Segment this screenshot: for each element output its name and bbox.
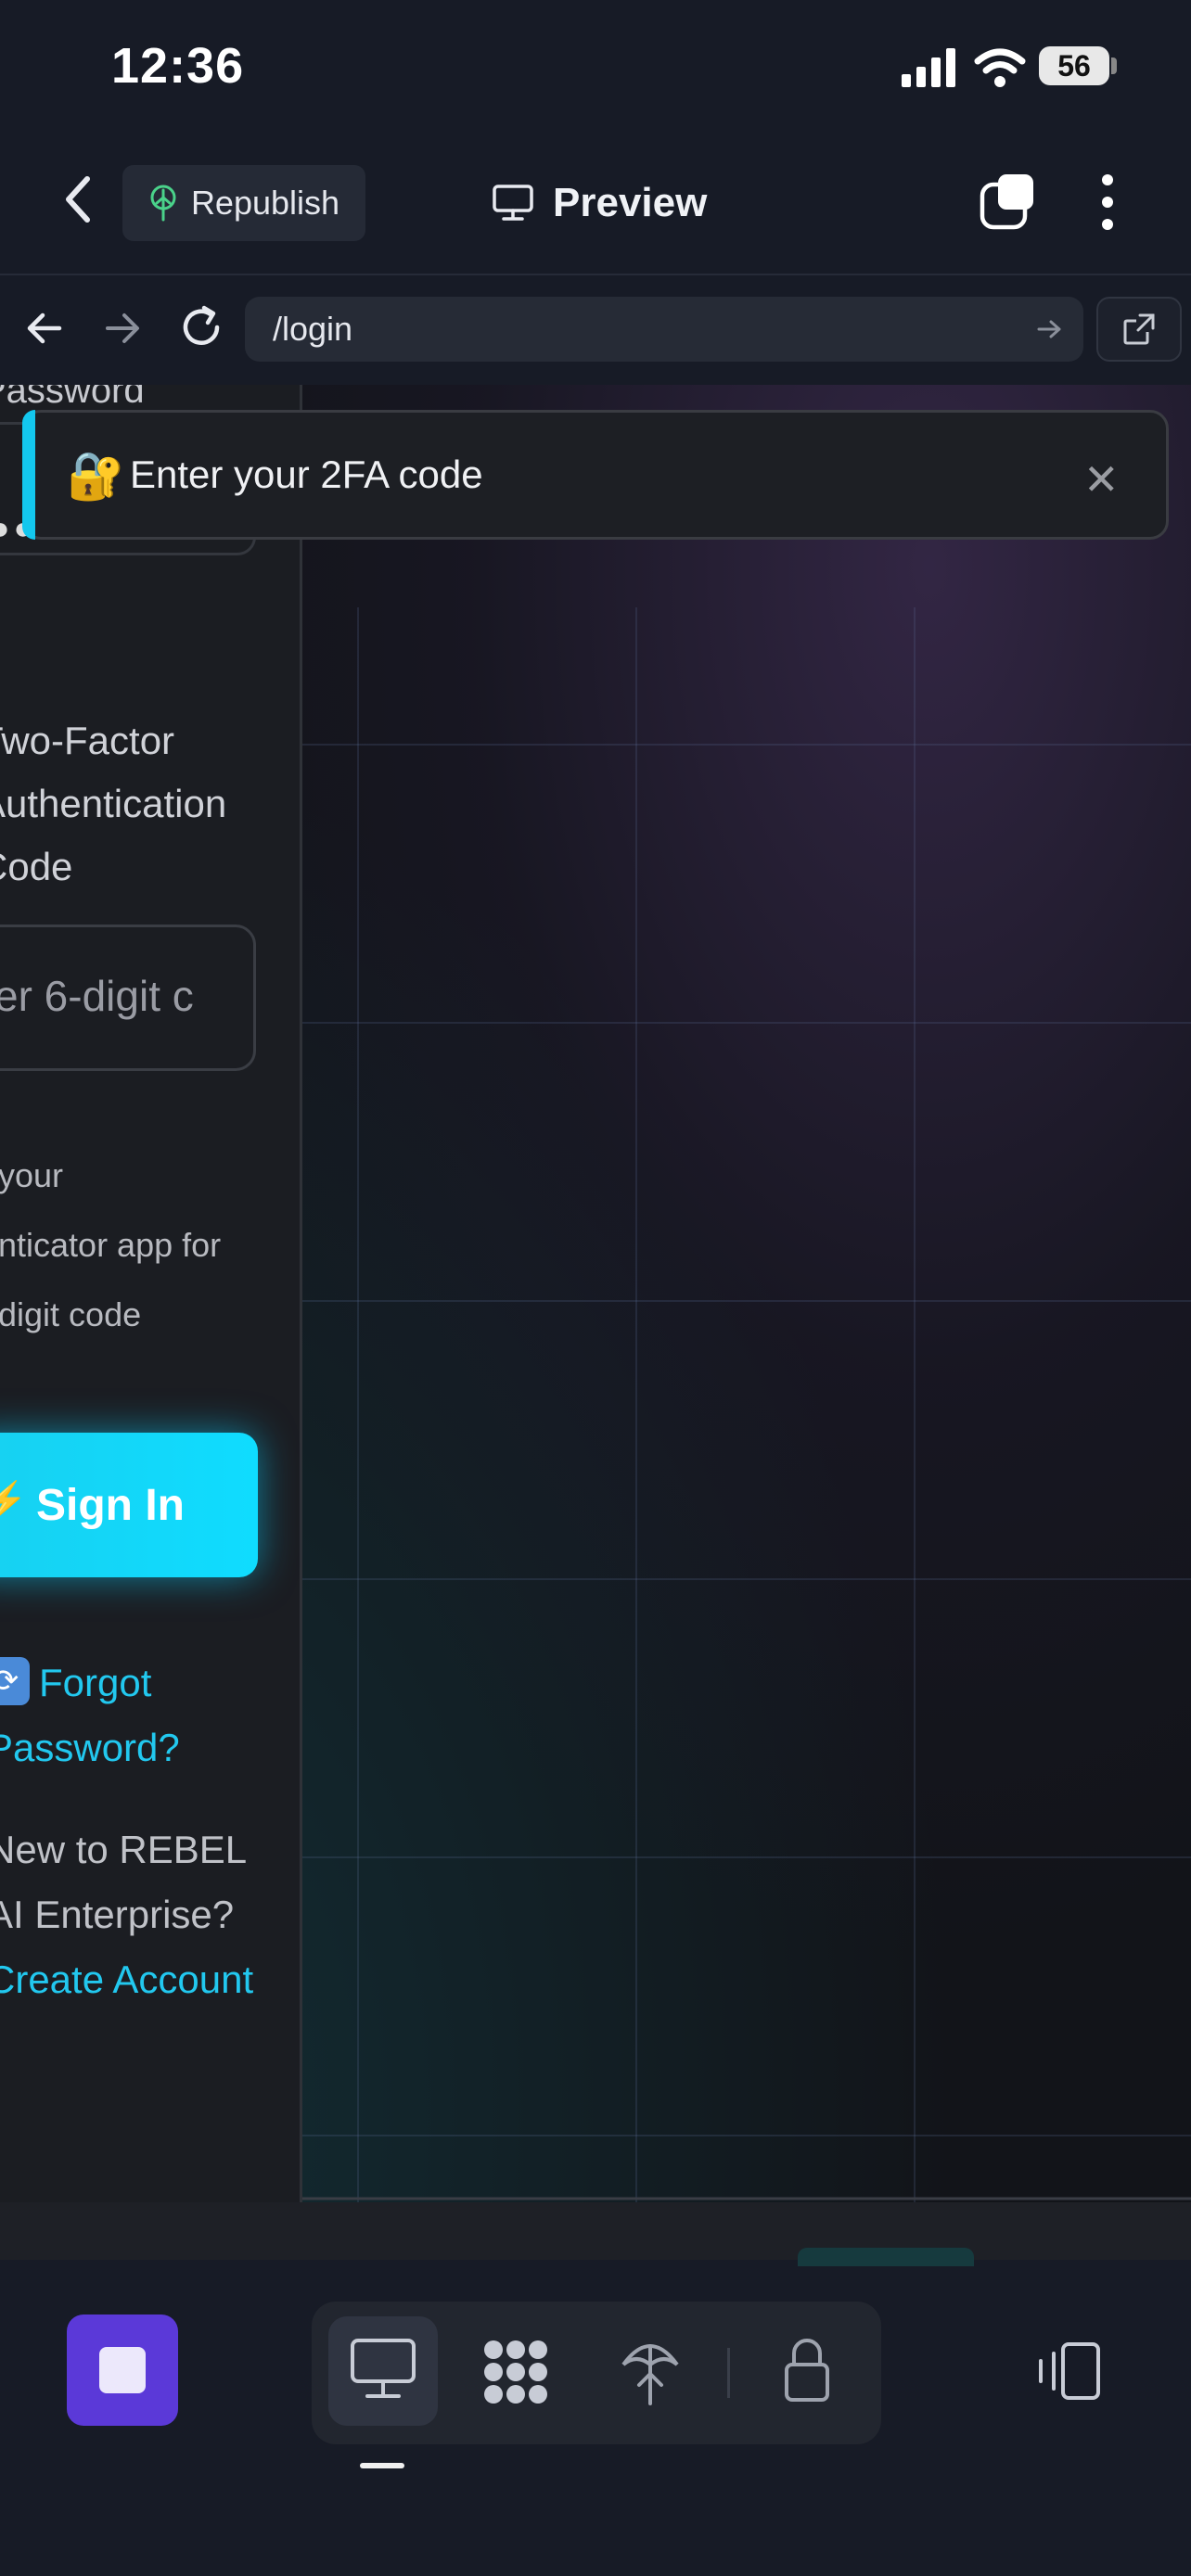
- battery-indicator: 56: [1039, 46, 1109, 85]
- lock-icon[interactable]: [779, 2335, 835, 2404]
- preview-label: Preview: [553, 180, 708, 225]
- url-bar[interactable]: /login: [245, 297, 1083, 362]
- monitor-icon: [493, 185, 533, 221]
- more-options-icon[interactable]: [1095, 172, 1121, 232]
- publish-tree-icon: [150, 185, 176, 222]
- sign-in-label: Sign In: [36, 1480, 185, 1530]
- back-chevron-icon[interactable]: [56, 172, 102, 227]
- go-arrow-icon[interactable]: [1033, 313, 1065, 345]
- desktop-icon: [351, 2339, 416, 2398]
- toast-accent-bar: [22, 410, 35, 540]
- register-prefix: New to REBEL AI Enterprise?: [0, 1828, 246, 1936]
- toast-message: Enter your 2FA code: [130, 453, 483, 496]
- sign-in-button[interactable]: Sign In: [0, 1433, 258, 1577]
- open-external-button[interactable]: [1096, 297, 1182, 362]
- tfa-label: Two-Factor Authentication Code: [0, 719, 227, 888]
- republish-button[interactable]: Republish: [122, 165, 365, 241]
- lightning-icon: ⚡: [0, 1481, 28, 1522]
- cellular-signal-icon: [902, 48, 955, 87]
- register-prompt: New to REBEL AI Enterprise? Create Accou…: [0, 1817, 275, 2012]
- forgot-password-link[interactable]: Forgot Password?: [0, 1651, 265, 1780]
- battery-cap: [1111, 57, 1117, 74]
- stop-icon: [99, 2347, 146, 2393]
- nodes-icon[interactable]: [480, 2337, 551, 2407]
- active-mode-indicator: [360, 2463, 404, 2468]
- reload-icon[interactable]: [176, 302, 226, 352]
- arrow-left-icon[interactable]: [22, 306, 67, 351]
- publish-icon[interactable]: [616, 2333, 685, 2407]
- external-link-icon: [1123, 313, 1155, 345]
- password-label: Password: [0, 385, 145, 411]
- web-viewport: Password ●● Two-Factor Authentication Co…: [0, 385, 1191, 2202]
- toolbar-strip: [0, 2202, 1191, 2260]
- preview-title: Preview: [492, 174, 707, 232]
- device-toggle-icon[interactable]: [1035, 2340, 1102, 2402]
- forgot-password-label: Forgot Password?: [0, 1661, 180, 1769]
- tfa-code-placeholder: er 6-digit c: [0, 972, 194, 1020]
- status-time: 12:36: [111, 38, 245, 94]
- close-icon[interactable]: ✕: [1083, 454, 1120, 504]
- mode-divider: [727, 2348, 730, 2398]
- lock-key-icon: 🔐: [67, 450, 125, 502]
- url-text: /login: [273, 310, 353, 348]
- tabs-icon[interactable]: [980, 172, 1037, 230]
- arrow-right-icon[interactable]: [100, 306, 145, 351]
- create-account-link[interactable]: Create Account: [0, 1958, 253, 2001]
- tfa-hint: your nticator app for digit code: [0, 1156, 222, 1333]
- republish-label: Republish: [190, 184, 340, 222]
- wifi-icon: [974, 48, 1026, 87]
- toolbar-tab-hint: [798, 2248, 974, 2266]
